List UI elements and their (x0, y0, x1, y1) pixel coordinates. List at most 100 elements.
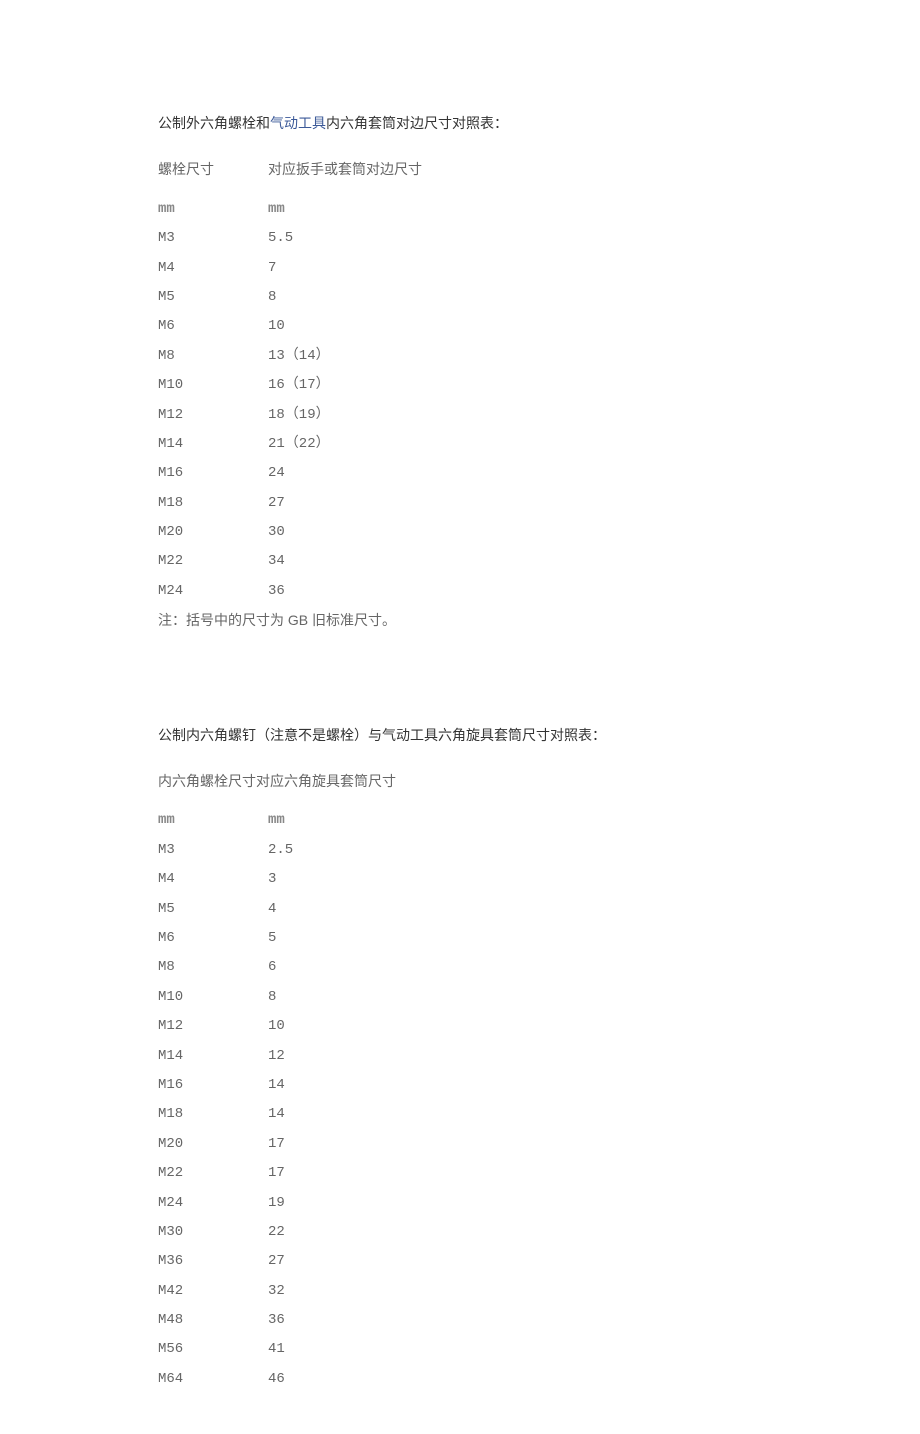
unit-col2: mm (268, 806, 285, 835)
unit-col2: mm (268, 195, 285, 224)
section2-title: 公制内六角螺钉（注意不是螺栓）与气动工具六角旋具套筒尺寸对照表： (158, 724, 762, 746)
table-row: M2234 (158, 547, 762, 576)
cell-bolt-size: M20 (158, 518, 268, 547)
table-row: M47 (158, 254, 762, 283)
header-col1: 螺栓尺寸 (158, 158, 268, 180)
table-row: M1614 (158, 1071, 762, 1100)
title-link[interactable]: 气动工具 (270, 115, 326, 131)
table-row: M65 (158, 924, 762, 953)
cell-bolt-size: M64 (158, 1365, 268, 1394)
cell-bolt-size: M8 (158, 342, 268, 371)
cell-socket-size: 16（17） (268, 371, 330, 400)
table-row: M1210 (158, 1012, 762, 1041)
cell-socket-size: 36 (268, 1306, 285, 1335)
cell-bolt-size: M20 (158, 1130, 268, 1159)
table-row: M58 (158, 283, 762, 312)
cell-bolt-size: M12 (158, 401, 268, 430)
cell-bolt-size: M48 (158, 1306, 268, 1335)
cell-bolt-size: M18 (158, 489, 268, 518)
cell-bolt-size: M30 (158, 1218, 268, 1247)
cell-socket-size: 46 (268, 1365, 285, 1394)
table-row: M3022 (158, 1218, 762, 1247)
cell-socket-size: 34 (268, 547, 285, 576)
cell-bolt-size: M18 (158, 1100, 268, 1129)
cell-socket-size: 6 (268, 953, 276, 982)
cell-socket-size: 30 (268, 518, 285, 547)
table-row: M35.5 (158, 224, 762, 253)
cell-socket-size: 24 (268, 459, 285, 488)
table-row: M3627 (158, 1247, 762, 1276)
cell-bolt-size: M10 (158, 983, 268, 1012)
table-row: M4836 (158, 1306, 762, 1335)
cell-socket-size: 36 (268, 577, 285, 606)
table-row: M610 (158, 312, 762, 341)
table-row: M2419 (158, 1189, 762, 1218)
cell-bolt-size: M16 (158, 1071, 268, 1100)
cell-socket-size: 22 (268, 1218, 285, 1247)
table-row: M2217 (158, 1159, 762, 1188)
cell-bolt-size: M6 (158, 924, 268, 953)
table-row: M813（14） (158, 342, 762, 371)
cell-socket-size: 5 (268, 924, 276, 953)
cell-socket-size: 3 (268, 865, 276, 894)
cell-bolt-size: M6 (158, 312, 268, 341)
unit-col1: mm (158, 806, 268, 835)
cell-bolt-size: M16 (158, 459, 268, 488)
header-col2: 对应六角旋具套筒尺寸 (256, 773, 396, 789)
cell-bolt-size: M22 (158, 1159, 268, 1188)
cell-socket-size: 5.5 (268, 224, 293, 253)
section2-table: mmmm M32.5M43M54M65M86M108M1210M1412M161… (158, 806, 762, 1394)
table2-body: M32.5M43M54M65M86M108M1210M1412M1614M181… (158, 836, 762, 1394)
table-row: M1827 (158, 489, 762, 518)
section2-column-headers: 内六角螺栓尺寸对应六角旋具套筒尺寸 (158, 770, 762, 792)
cell-bolt-size: M24 (158, 577, 268, 606)
cell-socket-size: 27 (268, 1247, 285, 1276)
cell-bolt-size: M22 (158, 547, 268, 576)
cell-socket-size: 18（19） (268, 401, 330, 430)
header-col1: 内六角螺栓尺寸 (158, 773, 256, 789)
title-prefix: 公制外六角螺栓和 (158, 115, 270, 131)
table-row: M5641 (158, 1335, 762, 1364)
cell-bolt-size: M4 (158, 254, 268, 283)
section1-title: 公制外六角螺栓和气动工具内六角套筒对边尺寸对照表： (158, 112, 762, 134)
table-row: M2436 (158, 577, 762, 606)
cell-socket-size: 17 (268, 1159, 285, 1188)
cell-bolt-size: M56 (158, 1335, 268, 1364)
table-row: M2030 (158, 518, 762, 547)
cell-socket-size: 17 (268, 1130, 285, 1159)
table-row: M54 (158, 895, 762, 924)
cell-socket-size: 21（22） (268, 430, 330, 459)
table-row: M86 (158, 953, 762, 982)
cell-socket-size: 41 (268, 1335, 285, 1364)
cell-bolt-size: M12 (158, 1012, 268, 1041)
cell-socket-size: 14 (268, 1071, 285, 1100)
table-row: M1016（17） (158, 371, 762, 400)
table-row: M1814 (158, 1100, 762, 1129)
cell-socket-size: 14 (268, 1100, 285, 1129)
cell-bolt-size: M5 (158, 283, 268, 312)
cell-bolt-size: M3 (158, 836, 268, 865)
cell-socket-size: 4 (268, 895, 276, 924)
cell-socket-size: 13（14） (268, 342, 330, 371)
table-row: M1218（19） (158, 401, 762, 430)
cell-socket-size: 10 (268, 312, 285, 341)
cell-bolt-size: M10 (158, 371, 268, 400)
cell-bolt-size: M14 (158, 430, 268, 459)
table-row: M6446 (158, 1365, 762, 1394)
table1-body: M35.5M47M58M610M813（14）M1016（17）M1218（19… (158, 224, 762, 606)
cell-socket-size: 8 (268, 283, 276, 312)
title-suffix: 内六角套筒对边尺寸对照表： (326, 115, 508, 131)
cell-socket-size: 12 (268, 1042, 285, 1071)
cell-socket-size: 8 (268, 983, 276, 1012)
unit-header-row: mmmm (158, 195, 762, 224)
table-row: M1412 (158, 1042, 762, 1071)
header-col2: 对应扳手或套筒对边尺寸 (268, 158, 422, 180)
section1-column-headers: 螺栓尺寸对应扳手或套筒对边尺寸 (158, 158, 762, 180)
table-row: M43 (158, 865, 762, 894)
cell-bolt-size: M24 (158, 1189, 268, 1218)
cell-bolt-size: M4 (158, 865, 268, 894)
cell-bolt-size: M8 (158, 953, 268, 982)
unit-header-row: mmmm (158, 806, 762, 835)
cell-socket-size: 2.5 (268, 836, 293, 865)
table-row: M1421（22） (158, 430, 762, 459)
